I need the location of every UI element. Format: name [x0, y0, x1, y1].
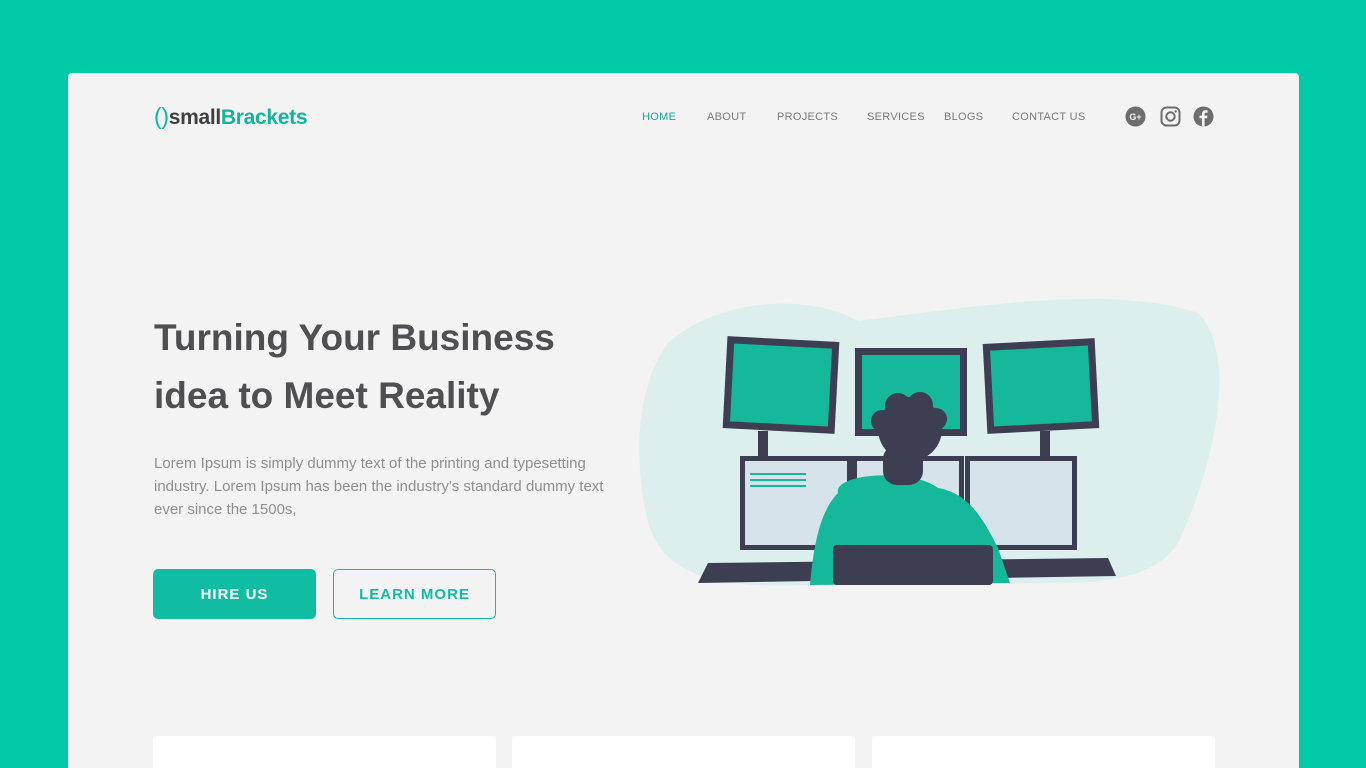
brand-brackets: (): [154, 103, 169, 129]
hero-illustration: [638, 293, 1223, 593]
feature-card: [153, 736, 496, 768]
instagram-icon[interactable]: [1160, 106, 1181, 127]
feature-card: [512, 736, 855, 768]
nav-home[interactable]: HOME: [642, 111, 676, 123]
nav-blogs[interactable]: BLOGS: [944, 111, 983, 123]
brand-name-part1: small: [168, 106, 222, 129]
google-plus-icon[interactable]: G+: [1125, 106, 1146, 127]
facebook-icon[interactable]: [1193, 106, 1214, 127]
nav-projects[interactable]: PROJECTS: [777, 111, 838, 123]
feature-card: [872, 736, 1215, 768]
nav-about[interactable]: ABOUT: [707, 111, 746, 123]
nav-services[interactable]: SERVICES: [867, 111, 925, 123]
hero-headline: Turning Your Business idea to Meet Reali…: [154, 317, 555, 416]
nav-contact-us[interactable]: CONTACT US: [1012, 111, 1086, 123]
landing-page: ()smallBrackets HOME ABOUT PROJECTS SERV…: [68, 73, 1299, 768]
hire-us-button[interactable]: HIRE US: [153, 569, 316, 619]
brand-logo[interactable]: ()smallBrackets: [154, 103, 308, 130]
hero-description: Lorem Ipsum is simply dummy text of the …: [154, 455, 604, 518]
brand-name-part2: Brackets: [220, 106, 308, 129]
svg-text:G+: G+: [1129, 112, 1141, 122]
learn-more-button[interactable]: LEARN MORE: [333, 569, 496, 619]
